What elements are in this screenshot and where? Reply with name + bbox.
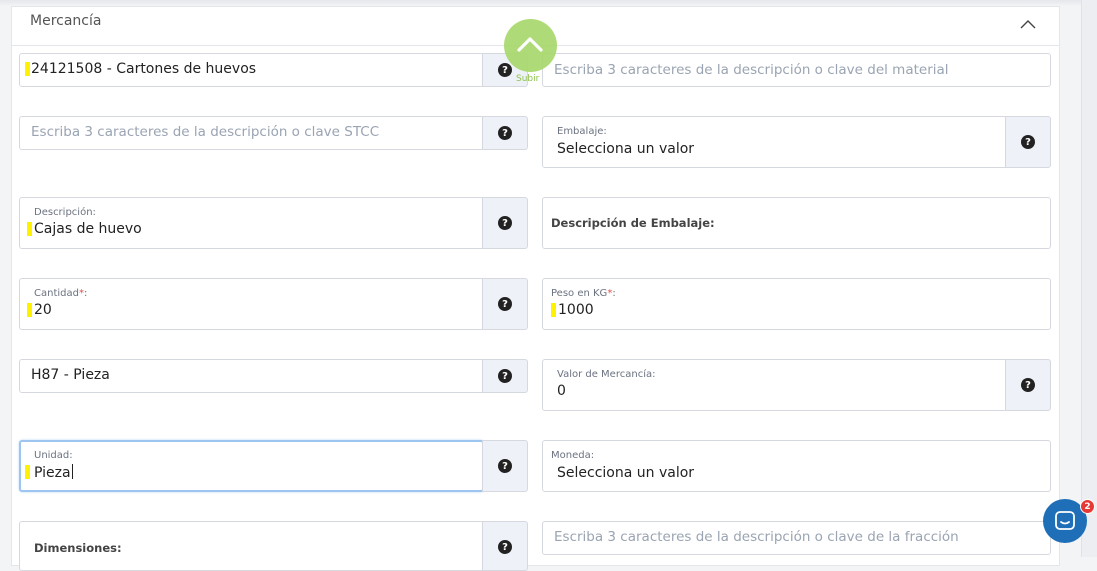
valor-mercancia-value: 0: [557, 383, 566, 399]
help-icon: ?: [1021, 378, 1035, 392]
chevron-up-icon: [517, 37, 543, 52]
material-code-value: 24121508 - Cartones de huevos: [31, 61, 257, 77]
unidad-value: Pieza: [34, 465, 71, 481]
cantidad-value: 20: [34, 302, 52, 318]
dimensiones-field[interactable]: Dimensiones:: [19, 521, 484, 571]
dimensiones-help[interactable]: ?: [482, 521, 528, 571]
descripcion-field[interactable]: Descripción: Cajas de huevo: [19, 197, 484, 249]
embalaje-label: Embalaje:: [557, 126, 607, 137]
fraccion-search-input[interactable]: Escriba 3 caracteres de la descripción o…: [542, 521, 1051, 555]
peso-value: 1000: [558, 302, 594, 318]
clave-unidad-select[interactable]: H87 - Pieza: [19, 359, 484, 393]
unidad-help[interactable]: ?: [482, 440, 528, 492]
cantidad-help[interactable]: ?: [482, 278, 528, 330]
unidad-field[interactable]: Unidad: Pieza: [19, 440, 484, 492]
descripcion-label: Descripción:: [34, 207, 96, 218]
descripcion-help[interactable]: ?: [482, 197, 528, 249]
section-title: Mercancía: [30, 13, 102, 29]
unidad-value-wrap: Pieza: [34, 464, 73, 481]
descripcion-value: Cajas de huevo: [34, 221, 142, 237]
valor-mercancia-label: Valor de Mercancía:: [557, 369, 656, 380]
chat-icon: [1055, 511, 1075, 530]
chevron-up-icon[interactable]: [1019, 16, 1037, 34]
peso-field[interactable]: Peso en KG*: 1000: [542, 278, 1051, 330]
help-icon: ?: [498, 216, 512, 230]
embalaje-value: Selecciona un valor: [557, 141, 695, 157]
highlight-marker: [27, 303, 32, 317]
stcc-help[interactable]: ?: [482, 116, 528, 150]
descripcion-embalaje-label: Descripción de Embalaje:: [551, 216, 715, 230]
clave-unidad-value: H87 - Pieza: [31, 367, 110, 383]
cantidad-field[interactable]: Cantidad*: 20: [19, 278, 484, 330]
stcc-search-input[interactable]: Escriba 3 caracteres de la descripción o…: [19, 116, 484, 150]
help-icon: ?: [1021, 135, 1035, 149]
material-code-field[interactable]: 24121508 - Cartones de huevos: [19, 53, 484, 87]
help-icon: ?: [498, 297, 512, 311]
valor-mercancia-help[interactable]: ?: [1005, 359, 1051, 411]
moneda-value: Selecciona un valor: [557, 465, 695, 481]
help-icon: ?: [498, 126, 512, 140]
highlight-marker: [25, 465, 30, 479]
highlight-marker: [25, 62, 30, 76]
page: Mercancía 24121508 - Cartones de huevos …: [0, 0, 1097, 571]
highlight-marker: [27, 222, 32, 236]
unidad-label: Unidad:: [34, 450, 73, 461]
help-icon: ?: [498, 369, 512, 383]
clave-unidad-help[interactable]: ?: [482, 359, 528, 393]
material-search-input[interactable]: Escriba 3 caracteres de la descripción o…: [542, 53, 1051, 87]
valor-mercancia-field[interactable]: Valor de Mercancía: 0: [542, 359, 1007, 411]
stcc-search-placeholder: Escriba 3 caracteres de la descripción o…: [31, 124, 380, 140]
help-icon: ?: [498, 540, 512, 554]
help-icon: ?: [498, 63, 512, 77]
moneda-select[interactable]: Moneda: Selecciona un valor: [542, 440, 1051, 492]
fraccion-search-placeholder: Escriba 3 caracteres de la descripción o…: [554, 529, 959, 545]
scroll-top-button[interactable]: [504, 19, 557, 72]
material-search-placeholder: Escriba 3 caracteres de la descripción o…: [554, 62, 949, 78]
cantidad-label: Cantidad*:: [34, 288, 88, 299]
scrollbar[interactable]: [1081, 0, 1097, 557]
chat-notification-badge: 2: [1080, 499, 1095, 514]
descripcion-embalaje-field[interactable]: Descripción de Embalaje:: [542, 197, 1051, 249]
moneda-label: Moneda:: [551, 450, 595, 461]
text-caret: [71, 464, 73, 479]
embalaje-select[interactable]: Embalaje: Selecciona un valor: [542, 116, 1007, 168]
scroll-top-label: Subir: [516, 74, 540, 84]
help-icon: ?: [498, 459, 512, 473]
peso-label: Peso en KG*:: [551, 288, 616, 299]
highlight-marker: [551, 303, 556, 317]
dimensiones-label: Dimensiones:: [34, 541, 122, 555]
embalaje-help[interactable]: ?: [1005, 116, 1051, 168]
